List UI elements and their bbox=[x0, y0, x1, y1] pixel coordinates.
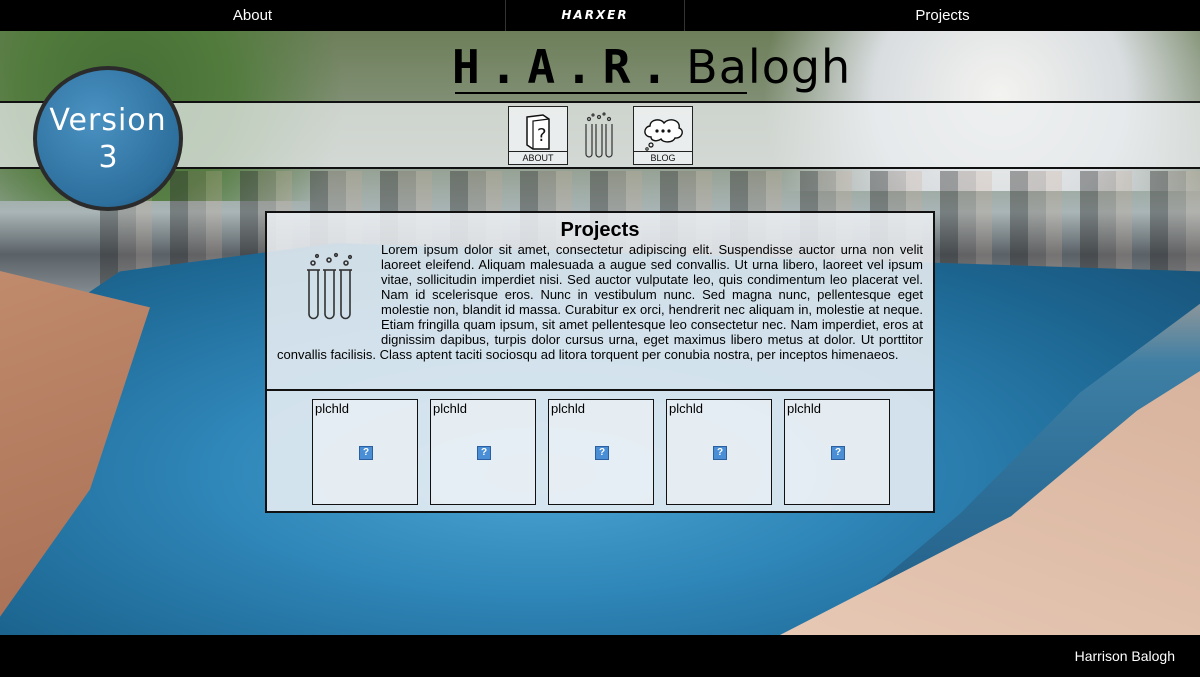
project-thumbnails: plchld ? plchld ? plchld ? plchld ? plch… bbox=[312, 399, 890, 505]
site-title-initials: H.A.R. bbox=[452, 40, 679, 94]
blog-caption: BLOG bbox=[634, 151, 692, 164]
broken-image-icon: ? bbox=[477, 446, 491, 460]
broken-image-icon: ? bbox=[831, 446, 845, 460]
top-nav: About HARXER Projects bbox=[0, 0, 1200, 31]
project-thumbnail[interactable]: plchld ? bbox=[548, 399, 654, 505]
test-tubes-icon[interactable] bbox=[582, 112, 618, 160]
projects-title: Projects bbox=[560, 219, 640, 241]
broken-image-icon: ? bbox=[595, 446, 609, 460]
broken-image-icon: ? bbox=[359, 446, 373, 460]
nav-projects-link[interactable]: Projects bbox=[685, 0, 1200, 31]
nav-logo[interactable]: HARXER bbox=[505, 0, 685, 31]
thumbnail-label: plchld bbox=[433, 401, 467, 416]
version-badge: Version 3 bbox=[33, 66, 183, 211]
project-thumbnail[interactable]: plchld ? bbox=[784, 399, 890, 505]
svg-text:?: ? bbox=[537, 125, 547, 146]
panel-divider bbox=[267, 389, 933, 391]
thumbnail-label: plchld bbox=[551, 401, 585, 416]
projects-panel: Projects Lorem ipsum dolor sit amet, con… bbox=[265, 211, 935, 513]
nav-about-link[interactable]: About bbox=[0, 0, 505, 31]
site-title[interactable]: H.A.R. Balogh bbox=[452, 34, 851, 100]
footer: Harrison Balogh bbox=[0, 635, 1200, 677]
footer-credit: Harrison Balogh bbox=[1074, 648, 1175, 664]
version-label: Version bbox=[49, 102, 167, 138]
project-thumbnail[interactable]: plchld ? bbox=[430, 399, 536, 505]
project-thumbnail[interactable]: plchld ? bbox=[312, 399, 418, 505]
thumbnail-label: plchld bbox=[669, 401, 703, 416]
broken-image-icon: ? bbox=[713, 446, 727, 460]
thought-bubble-icon bbox=[644, 119, 683, 151]
thumbnail-label: plchld bbox=[787, 401, 821, 416]
version-number: 3 bbox=[98, 139, 118, 175]
about-caption: ABOUT bbox=[509, 151, 567, 164]
project-thumbnail[interactable]: plchld ? bbox=[666, 399, 772, 505]
projects-description: Lorem ipsum dolor sit amet, consectetur … bbox=[277, 242, 923, 362]
site-title-surname: Balogh bbox=[686, 40, 852, 94]
question-book-icon: ? bbox=[526, 114, 550, 150]
thumbnail-label: plchld bbox=[315, 401, 349, 416]
test-tubes-icon bbox=[307, 252, 353, 320]
blog-button[interactable]: BLOG bbox=[633, 106, 693, 165]
about-button[interactable]: ? ABOUT bbox=[508, 106, 568, 165]
projects-body: Lorem ipsum dolor sit amet, consectetur … bbox=[267, 242, 933, 388]
title-underline bbox=[455, 92, 747, 94]
